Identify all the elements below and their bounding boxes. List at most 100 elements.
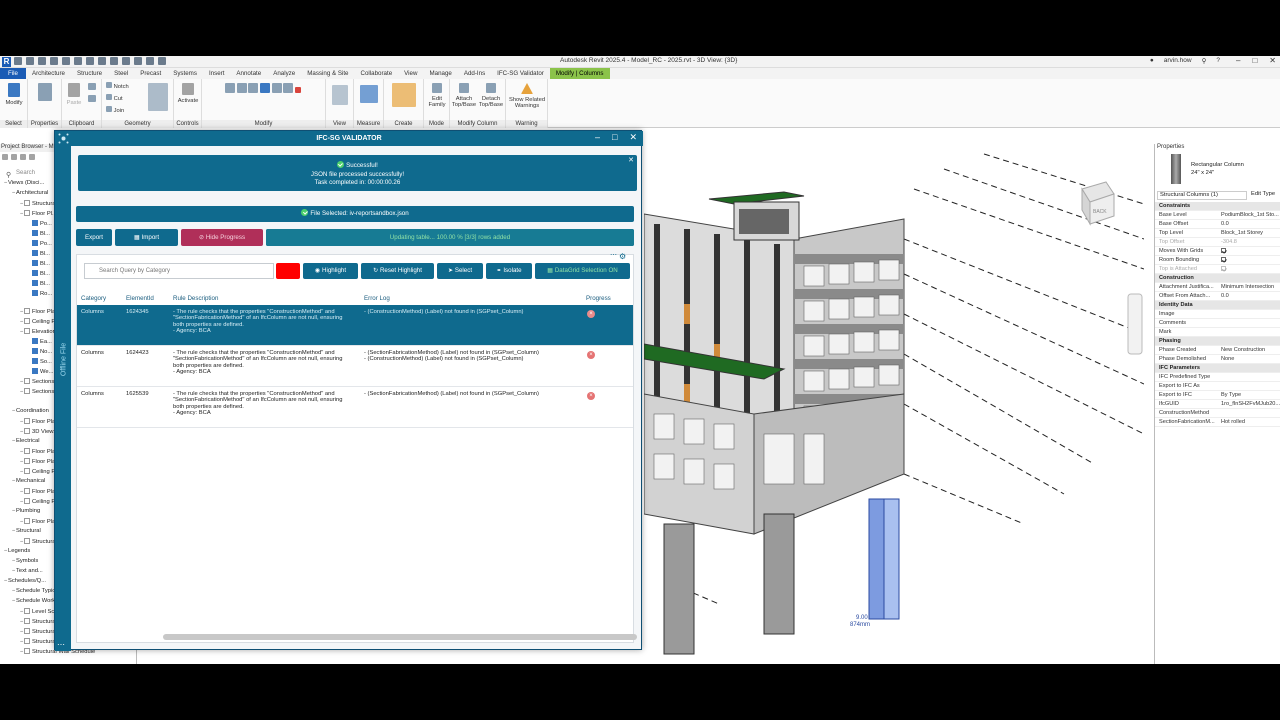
notch-button[interactable]: Notch bbox=[106, 82, 146, 91]
property-value[interactable]: PodiumBlock_1st Sto... bbox=[1221, 212, 1280, 218]
property-row[interactable]: Export to IFC By Type bbox=[1155, 391, 1280, 400]
tab-manage[interactable]: Manage bbox=[423, 68, 457, 79]
text-icon[interactable] bbox=[110, 57, 118, 65]
print-icon[interactable] bbox=[74, 57, 82, 65]
help-icon[interactable]: ? bbox=[1216, 57, 1220, 65]
close-notification-icon[interactable]: ✕ bbox=[628, 156, 634, 164]
align-icon[interactable] bbox=[225, 83, 236, 93]
tree-item[interactable]: −Schedules/Q... bbox=[4, 578, 46, 584]
property-row[interactable]: SectionFabricationM... Hot rolled bbox=[1155, 418, 1280, 427]
mirror-icon[interactable] bbox=[248, 83, 259, 93]
col-header-error-log[interactable]: Error Log bbox=[364, 295, 390, 302]
tab-systems[interactable]: Systems bbox=[167, 68, 203, 79]
property-value[interactable]: Block_1st Storey bbox=[1221, 230, 1280, 236]
reset-highlight-button[interactable]: ↻ Reset Highlight bbox=[361, 263, 434, 279]
measure-icon[interactable] bbox=[86, 57, 94, 65]
gear-icon[interactable]: ⚙ bbox=[619, 252, 627, 261]
tab-structure[interactable]: Structure bbox=[71, 68, 108, 79]
tree-item[interactable]: So... bbox=[28, 358, 52, 365]
tree-item[interactable]: Po... bbox=[28, 240, 52, 247]
tree-item[interactable]: −Plumbing bbox=[12, 508, 40, 514]
property-row[interactable]: Comments bbox=[1155, 319, 1280, 328]
type-name[interactable]: Rectangular Column bbox=[1191, 162, 1244, 168]
pb-tool-icon[interactable] bbox=[11, 154, 17, 160]
user-icon[interactable]: ● bbox=[1150, 57, 1154, 65]
select-button[interactable]: ➤ Select bbox=[437, 263, 483, 279]
tab-analyze[interactable]: Analyze bbox=[267, 68, 301, 79]
property-value[interactable]: 0.0 bbox=[1221, 221, 1280, 227]
property-value[interactable] bbox=[1221, 257, 1280, 264]
tree-item[interactable]: Ro... bbox=[28, 290, 52, 297]
rotate-icon[interactable] bbox=[283, 83, 294, 93]
property-row[interactable]: ConstructionMethod bbox=[1155, 409, 1280, 418]
sync-icon[interactable] bbox=[38, 57, 46, 65]
edit-family-button[interactable]: Edit Family bbox=[425, 83, 449, 109]
maximize-icon[interactable]: □ bbox=[612, 132, 617, 143]
property-value[interactable]: None bbox=[1221, 356, 1280, 362]
property-value[interactable]: New Construction bbox=[1221, 347, 1280, 353]
property-value[interactable]: 0.0 bbox=[1221, 293, 1280, 299]
property-section[interactable]: Identity Data bbox=[1155, 301, 1280, 310]
tree-item[interactable]: −Architectural bbox=[12, 190, 48, 196]
tab-precast[interactable]: Precast bbox=[134, 68, 167, 79]
tab-steel[interactable]: Steel bbox=[108, 68, 134, 79]
tree-item[interactable]: We... bbox=[28, 368, 53, 375]
tree-item[interactable]: −Legends bbox=[4, 548, 30, 554]
redo-icon[interactable] bbox=[62, 57, 70, 65]
import-button[interactable]: ▦ Import bbox=[115, 229, 178, 246]
property-row[interactable]: Export to IFC As bbox=[1155, 382, 1280, 391]
tab-annotate[interactable]: Annotate bbox=[230, 68, 267, 79]
tab-view[interactable]: View bbox=[398, 68, 423, 79]
viewcube-back[interactable]: BACK bbox=[1093, 209, 1107, 215]
property-row[interactable]: Base Level PodiumBlock_1st Sto... bbox=[1155, 211, 1280, 220]
match-button[interactable] bbox=[86, 95, 98, 105]
show-warnings-button[interactable]: Show Related Warnings bbox=[508, 83, 546, 110]
tab-add-ins[interactable]: Add-Ins bbox=[458, 68, 491, 79]
tree-item[interactable]: No... bbox=[28, 348, 52, 355]
tree-item[interactable]: Bl... bbox=[28, 260, 50, 267]
property-row[interactable]: IfcGUID 1ro_fInSH2FvMJub20... bbox=[1155, 400, 1280, 409]
modify-tools[interactable] bbox=[208, 83, 318, 96]
property-row[interactable]: Mark bbox=[1155, 328, 1280, 337]
user-name[interactable]: arvin.how bbox=[1164, 57, 1192, 65]
property-row[interactable]: Room Bounding bbox=[1155, 256, 1280, 265]
tree-item[interactable]: −Structural bbox=[12, 528, 41, 534]
col-header-category[interactable]: Category bbox=[81, 295, 106, 302]
pb-tool-icon[interactable] bbox=[20, 154, 26, 160]
cut-button[interactable]: Cut bbox=[106, 94, 146, 103]
3d-view-icon[interactable] bbox=[122, 57, 130, 65]
col-header-elementid[interactable]: ElementId bbox=[126, 295, 154, 302]
property-section[interactable]: Phasing bbox=[1155, 337, 1280, 346]
property-row[interactable]: Top Level Block_1st Storey bbox=[1155, 229, 1280, 238]
3d-viewport[interactable]: 9.00 874mm BACK bbox=[643, 144, 1145, 664]
tree-item[interactable]: Bl... bbox=[28, 250, 50, 257]
property-row[interactable]: Base Offset 0.0 bbox=[1155, 220, 1280, 229]
tree-item[interactable]: − Floor Pl... bbox=[20, 210, 57, 217]
hide-progress-button[interactable]: ⊘ Hide Progress bbox=[181, 229, 263, 246]
tree-item[interactable]: Po... bbox=[28, 220, 52, 227]
property-row[interactable]: Offset From Attach... 0.0 bbox=[1155, 292, 1280, 301]
pb-tool-icon[interactable] bbox=[2, 154, 8, 160]
close-icon[interactable]: ✕ bbox=[1269, 56, 1276, 65]
tree-item[interactable]: − Elevations bbox=[20, 328, 59, 335]
close-icon[interactable]: ✕ bbox=[629, 132, 637, 143]
modify-button[interactable]: Modify bbox=[3, 83, 25, 106]
edit-type-button[interactable]: Edit Type bbox=[1251, 191, 1275, 197]
property-row[interactable]: Phase Created New Construction bbox=[1155, 346, 1280, 355]
property-section[interactable]: Construction bbox=[1155, 274, 1280, 283]
instance-selector[interactable]: Structural Columns (1) bbox=[1157, 191, 1247, 200]
property-value[interactable] bbox=[1221, 266, 1280, 273]
paste-button[interactable]: Paste bbox=[65, 83, 83, 106]
tree-item[interactable]: −Symbols bbox=[12, 558, 38, 564]
attach-button[interactable]: Attach Top/Base bbox=[451, 83, 477, 109]
close-windows-icon[interactable] bbox=[158, 57, 166, 65]
delete-icon[interactable] bbox=[294, 87, 301, 93]
col-header-rule[interactable]: Rule Description bbox=[173, 295, 218, 302]
geometry-tools[interactable] bbox=[146, 83, 170, 114]
table-row[interactable]: Columns 1625539 - The rule checks that the… bbox=[77, 387, 633, 428]
property-value[interactable] bbox=[1221, 248, 1280, 255]
tree-item[interactable]: Bl... bbox=[28, 280, 50, 287]
tree-item[interactable]: −Schedule Typical bbox=[12, 588, 60, 594]
revit-logo[interactable]: R bbox=[2, 57, 11, 67]
property-row[interactable]: Moves With Grids bbox=[1155, 247, 1280, 256]
